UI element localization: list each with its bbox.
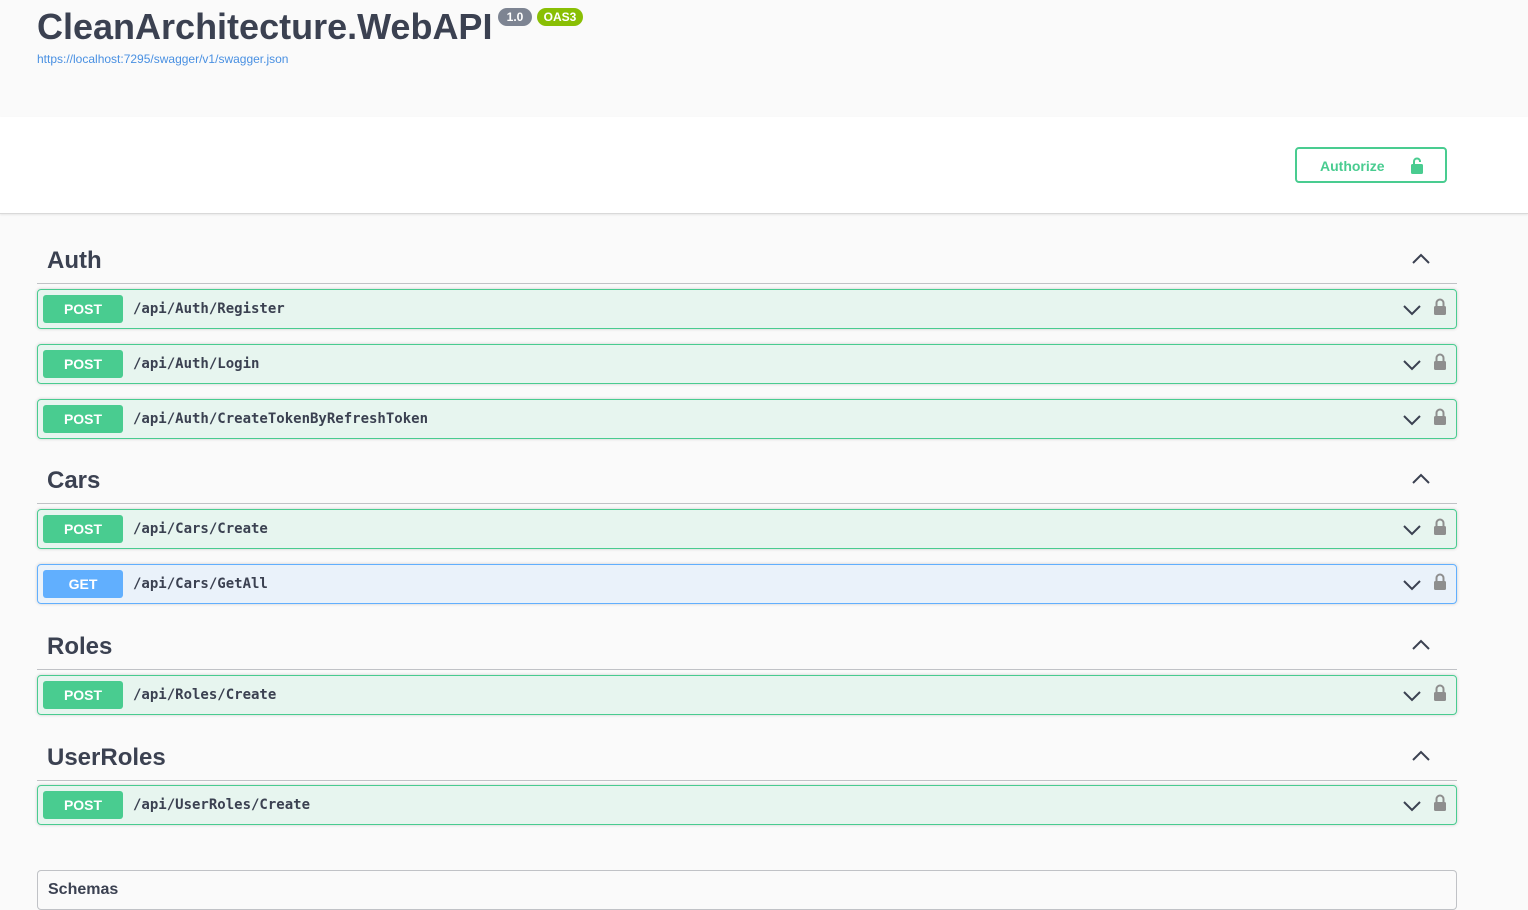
method-badge: GET [43,570,123,598]
tag-roles-title: Roles [47,633,113,660]
lock-icon[interactable] [1433,407,1447,432]
lock-icon[interactable] [1433,517,1447,542]
lock-icon[interactable] [1433,683,1447,708]
operation-post-auth-login[interactable]: POST /api/Auth/Login [37,344,1457,384]
tag-userroles-title: UserRoles [47,744,166,771]
api-info-header: CleanArchitecture.WebAPI 1.0 OAS3 https:… [0,0,1528,117]
method-badge: POST [43,295,123,323]
operation-post-roles-create[interactable]: POST /api/Roles/Create [37,675,1457,715]
operation-path: /api/Auth/CreateTokenByRefreshToken [133,411,429,427]
tag-cars[interactable]: Cars [37,455,1457,504]
operation-path: /api/Auth/Login [133,356,260,372]
operation-path: /api/Roles/Create [133,687,277,703]
authorize-button[interactable]: Authorize [1295,147,1447,183]
tag-roles[interactable]: Roles [37,621,1457,670]
method-badge: POST [43,405,123,433]
chevron-up-icon [1411,748,1431,767]
operation-path: /api/Auth/Register [133,301,285,317]
operation-path: /api/Cars/GetAll [133,576,268,592]
lock-icon[interactable] [1433,297,1447,322]
tag-cars-title: Cars [47,467,101,494]
chevron-up-icon [1411,471,1431,490]
version-badge: 1.0 [498,8,532,26]
operation-post-auth-register[interactable]: POST /api/Auth/Register [37,289,1457,329]
authorize-label: Authorize [1320,158,1385,174]
chevron-down-icon[interactable] [1402,358,1422,377]
operation-get-cars-getall[interactable]: GET /api/Cars/GetAll [37,564,1457,604]
unlock-icon [1407,155,1427,178]
operation-path: /api/UserRoles/Create [133,797,311,813]
operation-post-auth-refresh-token[interactable]: POST /api/Auth/CreateTokenByRefreshToken [37,399,1457,439]
lock-icon[interactable] [1433,352,1447,377]
chevron-down-icon[interactable] [1402,578,1422,597]
oas-badge: OAS3 [537,8,583,26]
chevron-down-icon[interactable] [1402,303,1422,322]
chevron-down-icon[interactable] [1402,523,1422,542]
operation-path: /api/Cars/Create [133,521,268,537]
api-title: CleanArchitecture.WebAPI [37,6,493,47]
operation-post-userroles-create[interactable]: POST /api/UserRoles/Create [37,785,1457,825]
method-badge: POST [43,515,123,543]
schemas-title: Schemas [48,881,119,898]
tag-auth-title: Auth [47,247,102,274]
chevron-up-icon [1411,637,1431,656]
chevron-up-icon [1411,251,1431,270]
swagger-json-link[interactable]: https://localhost:7295/swagger/v1/swagge… [37,52,288,66]
method-badge: POST [43,350,123,378]
method-badge: POST [43,681,123,709]
operation-post-cars-create[interactable]: POST /api/Cars/Create [37,509,1457,549]
lock-icon[interactable] [1433,793,1447,818]
chevron-down-icon[interactable] [1402,689,1422,708]
tag-auth[interactable]: Auth [37,235,1457,284]
tag-userroles[interactable]: UserRoles [37,732,1457,781]
lock-icon[interactable] [1433,572,1447,597]
chevron-down-icon[interactable] [1402,799,1422,818]
schemas-section[interactable]: Schemas [37,870,1457,910]
chevron-down-icon[interactable] [1402,413,1422,432]
method-badge: POST [43,791,123,819]
